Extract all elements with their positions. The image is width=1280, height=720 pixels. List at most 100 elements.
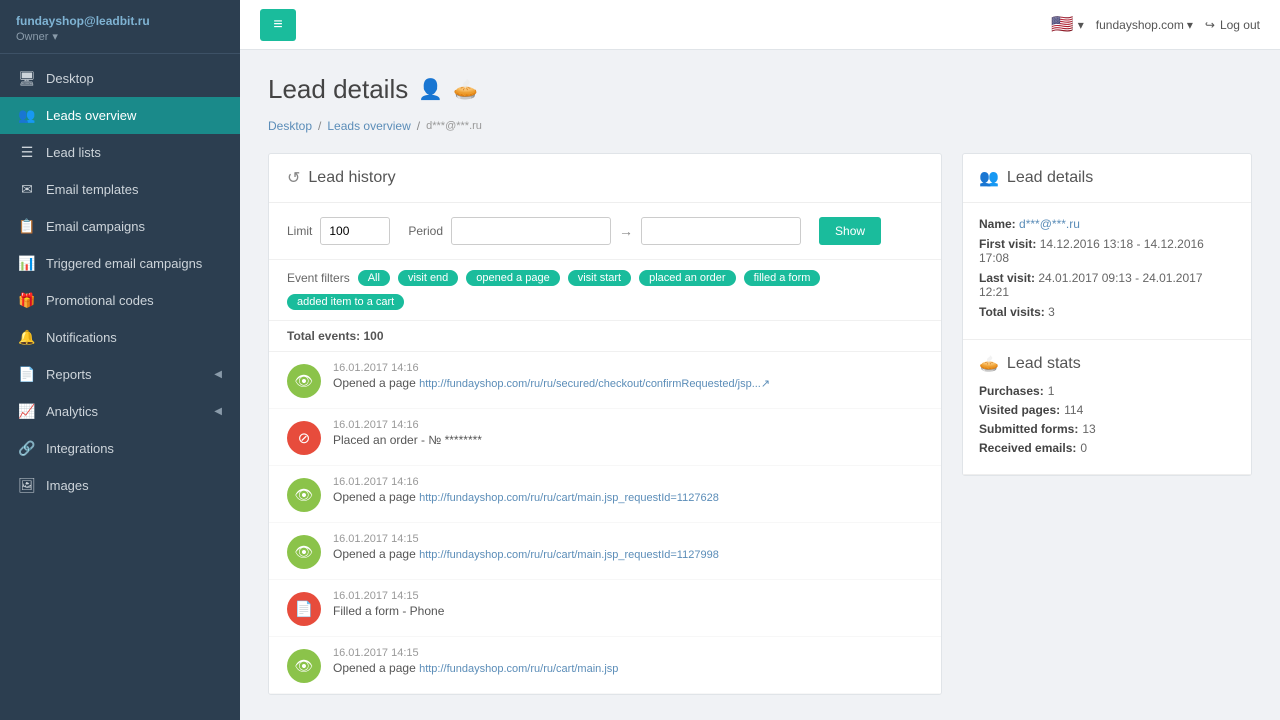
sidebar-label-analytics: Analytics	[46, 404, 204, 419]
event-icon-symbol-3: 👁	[294, 543, 313, 561]
event-icon-symbol-4: 📄	[295, 600, 314, 618]
lead-stats-header: 🥧 Lead stats	[979, 354, 1235, 384]
first-visit-key: First visit:	[979, 237, 1036, 251]
page-title: Lead details	[268, 74, 408, 105]
breadcrumb-home[interactable]: Desktop	[268, 119, 312, 133]
two-column-layout: ↺ Lead history Limit Period → Sho	[268, 153, 1252, 695]
limit-label: Limit	[287, 224, 312, 238]
lead-name-row: Name: d***@***.ru	[979, 217, 1235, 231]
event-content-4: 16.01.2017 14:15 Filled a form - Phone	[333, 590, 923, 618]
breadcrumb-section[interactable]: Leads overview	[327, 119, 410, 133]
event-tag-added-item-to-a-cart[interactable]: added item to a cart	[287, 294, 404, 310]
event-icon-symbol-1: ⊘	[298, 429, 311, 447]
sidebar-item-reports[interactable]: 📄 Reports ◀	[0, 356, 240, 393]
sidebar-label-leads-overview: Leads overview	[46, 108, 222, 123]
sidebar-icon-promo-codes: 🎁	[18, 292, 36, 309]
sidebar-label-images: Images	[46, 478, 222, 493]
flag-arrow: ▾	[1078, 18, 1084, 32]
events-list: 👁 16.01.2017 14:16 Opened a page http://…	[269, 352, 941, 694]
event-filters-label: Event filters	[287, 271, 350, 285]
stat-key-3: Received emails:	[979, 441, 1076, 455]
sidebar-label-lead-lists: Lead lists	[46, 145, 222, 160]
sidebar-icon-leads-overview: 👥	[18, 107, 36, 124]
event-icon-5: 👁	[287, 649, 321, 683]
lead-history-title: Lead history	[308, 169, 395, 187]
sidebar-role-label: Owner	[16, 31, 48, 43]
sidebar-item-leads-overview[interactable]: 👥 Leads overview	[0, 97, 240, 134]
period-filter: Period →	[408, 217, 801, 245]
sidebar-label-desktop: Desktop	[46, 71, 222, 86]
sidebar-item-email-templates[interactable]: ✉ Email templates	[0, 171, 240, 208]
period-end-input[interactable]	[641, 217, 801, 245]
sidebar-label-email-templates: Email templates	[46, 182, 222, 197]
event-content-1: 16.01.2017 14:16 Placed an order - № ***…	[333, 419, 923, 447]
event-text-4: Filled a form - Phone	[333, 604, 923, 618]
sidebar-icon-triggered-email: 📊	[18, 255, 36, 272]
sidebar-item-triggered-email[interactable]: 📊 Triggered email campaigns	[0, 245, 240, 282]
domain-selector[interactable]: fundayshop.com ▾	[1096, 18, 1193, 32]
show-button[interactable]: Show	[819, 217, 881, 245]
sidebar-nav: 🖥 Desktop 👥 Leads overview ☰ Lead lists …	[0, 54, 240, 720]
lead-stats-section: 🥧 Lead stats Purchases: 1 Visited pages:…	[963, 340, 1251, 475]
event-icon-symbol-2: 👁	[294, 486, 313, 504]
event-time-5: 16.01.2017 14:15	[333, 647, 923, 659]
event-icon-3: 👁	[287, 535, 321, 569]
event-tag-placed-an-order[interactable]: placed an order	[639, 270, 735, 286]
stat-key-1: Visited pages:	[979, 403, 1060, 417]
sidebar-item-analytics[interactable]: 📈 Analytics ◀	[0, 393, 240, 430]
sidebar-item-notifications[interactable]: 🔔 Notifications	[0, 319, 240, 356]
event-time-3: 16.01.2017 14:15	[333, 533, 923, 545]
sidebar: fundayshop@leadbit.ru Owner ▾ 🖥 Desktop …	[0, 0, 240, 720]
sidebar-label-triggered-email: Triggered email campaigns	[46, 256, 222, 271]
event-icon-1: ⊘	[287, 421, 321, 455]
period-start-input[interactable]	[451, 217, 611, 245]
event-item-3: 👁 16.01.2017 14:15 Opened a page http://…	[269, 523, 941, 580]
stat-val-2: 13	[1082, 422, 1095, 436]
limit-filter: Limit	[287, 217, 390, 245]
event-link-0[interactable]: http://fundayshop.com/ru/ru/secured/chec…	[419, 378, 770, 390]
sidebar-arrow-analytics: ◀	[214, 406, 222, 417]
total-events-row: Total events: 100	[269, 321, 941, 352]
person-icon: 👤	[418, 77, 443, 102]
event-content-2: 16.01.2017 14:16 Opened a page http://fu…	[333, 476, 923, 504]
event-text-1: Placed an order - № ********	[333, 433, 923, 447]
event-tag-All[interactable]: All	[358, 270, 390, 286]
hamburger-icon: ≡	[273, 16, 282, 34]
event-link-3[interactable]: http://fundayshop.com/ru/ru/cart/main.js…	[419, 549, 719, 561]
event-text-3: Opened a page http://fundayshop.com/ru/r…	[333, 547, 923, 561]
total-visits-value: 3	[1048, 305, 1055, 319]
period-arrow-icon: →	[619, 223, 633, 239]
sidebar-label-integrations: Integrations	[46, 441, 222, 456]
domain-arrow: ▾	[1187, 18, 1193, 32]
sidebar-header: fundayshop@leadbit.ru Owner ▾	[0, 0, 240, 54]
event-link-5[interactable]: http://fundayshop.com/ru/ru/cart/main.js…	[419, 663, 618, 675]
breadcrumb-sep1: /	[318, 119, 321, 133]
sidebar-label-email-campaigns: Email campaigns	[46, 219, 222, 234]
sidebar-item-images[interactable]: 🖼 Images	[0, 467, 240, 504]
sidebar-label-reports: Reports	[46, 367, 204, 382]
event-tag-visit-start[interactable]: visit start	[568, 270, 631, 286]
sidebar-item-email-campaigns[interactable]: 📋 Email campaigns	[0, 208, 240, 245]
event-link-2[interactable]: http://fundayshop.com/ru/ru/cart/main.js…	[419, 492, 719, 504]
lead-history-header: ↺ Lead history	[269, 154, 941, 203]
sidebar-user-email: fundayshop@leadbit.ru	[16, 14, 224, 28]
event-tag-filled-a-form[interactable]: filled a form	[744, 270, 821, 286]
last-visit-row: Last visit: 24.01.2017 09:13 - 24.01.201…	[979, 271, 1235, 299]
event-time-4: 16.01.2017 14:15	[333, 590, 923, 602]
chart-icon: 🥧	[453, 77, 478, 102]
sidebar-item-integrations[interactable]: 🔗 Integrations	[0, 430, 240, 467]
event-tag-visit-end[interactable]: visit end	[398, 270, 458, 286]
sidebar-item-promo-codes[interactable]: 🎁 Promotional codes	[0, 282, 240, 319]
stat-key-0: Purchases:	[979, 384, 1044, 398]
limit-input[interactable]	[320, 217, 390, 245]
event-icon-0: 👁	[287, 364, 321, 398]
lead-stats-title: Lead stats	[1007, 355, 1081, 373]
sidebar-item-desktop[interactable]: 🖥 Desktop	[0, 60, 240, 97]
sidebar-icon-notifications: 🔔	[18, 329, 36, 346]
flag-selector[interactable]: 🇺🇸 ▾	[1051, 14, 1083, 35]
event-tag-opened-a-page[interactable]: opened a page	[466, 270, 559, 286]
logout-button[interactable]: ↪ Log out	[1205, 18, 1260, 32]
sidebar-icon-images: 🖼	[18, 477, 36, 494]
sidebar-item-lead-lists[interactable]: ☰ Lead lists	[0, 134, 240, 171]
hamburger-button[interactable]: ≡	[260, 9, 296, 41]
